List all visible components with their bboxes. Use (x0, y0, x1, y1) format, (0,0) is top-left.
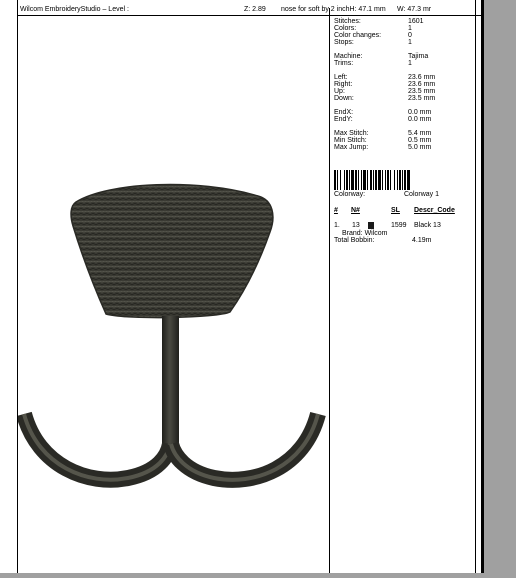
stat-stops: Stops: 1 (334, 39, 412, 46)
stat-color-changes: Color changes: 0 (334, 32, 412, 39)
page-right-border (481, 0, 484, 573)
colorway-label: Colorway: (334, 191, 366, 198)
col-sl: SL (391, 207, 400, 214)
col-n: N# (351, 207, 360, 214)
stat-stitches: Stitches: 1601 (334, 18, 424, 25)
colorway-name: Colorway 1 (404, 191, 440, 198)
zoom-level: Z: 2.89 (244, 6, 266, 13)
stat-machine: Machine: Tajima (334, 53, 429, 60)
col-desc: Descr_Code (414, 207, 455, 214)
stat-down: Down: 23.5 mm (334, 95, 436, 102)
stat-trims: Trims: 1 (334, 60, 412, 67)
row-desc: Black 13 (414, 222, 441, 229)
thread-color-swatch (368, 222, 374, 229)
stat-max-stitch: Max Stitch: 5.4 mm (334, 130, 432, 137)
stat-min-stitch: Min Stitch: 0.5 mm (334, 137, 432, 144)
color-table-header: # N# SL Descr_Code (334, 207, 474, 215)
app-title: Wilcom EmbroideryStudio – Level : (20, 6, 129, 13)
stat-endy: EndY: 0.0 mm (334, 116, 432, 123)
design-statistics: Stitches: 1601 Colors: 1 Color changes: 0 S… (334, 18, 474, 151)
stat-endx: EndX: 0.0 mm (334, 109, 432, 116)
page-inner-border (475, 0, 476, 573)
stat-max-jump: Max Jump: 5.0 mm (334, 144, 432, 151)
total-bobbin-label: Total Bobbin: (334, 237, 375, 244)
panel-divider (329, 8, 330, 573)
embroidery-design-preview (16, 16, 329, 573)
row-num: 1. (334, 222, 340, 229)
row-n: 13 (352, 222, 360, 229)
total-bobbin-value: 4.19m (412, 237, 432, 244)
stat-right: Right: 23.6 mm (334, 81, 436, 88)
file-info: nose for soft by 2 inchH: 47.1 mm (281, 6, 386, 13)
design-width: W: 47.3 mr (397, 6, 432, 13)
stat-colors: Colors: 1 (334, 25, 412, 32)
stem (162, 316, 179, 448)
barcode (334, 170, 410, 190)
colorway-line: Colorway: Colorway 1 (334, 191, 439, 199)
row-sl: 1599 (391, 222, 407, 229)
table-row: 1. 13 1599 Black 13 (334, 222, 474, 230)
stat-left: Left: 23.6 mm (334, 74, 436, 81)
total-bobbin: Total Bobbin: 4.19m (334, 237, 474, 245)
cup-shape (70, 183, 274, 319)
stat-up: Up: 23.5 mm (334, 88, 436, 95)
col-num: # (334, 207, 338, 214)
anchor-design-graphic (16, 183, 326, 488)
